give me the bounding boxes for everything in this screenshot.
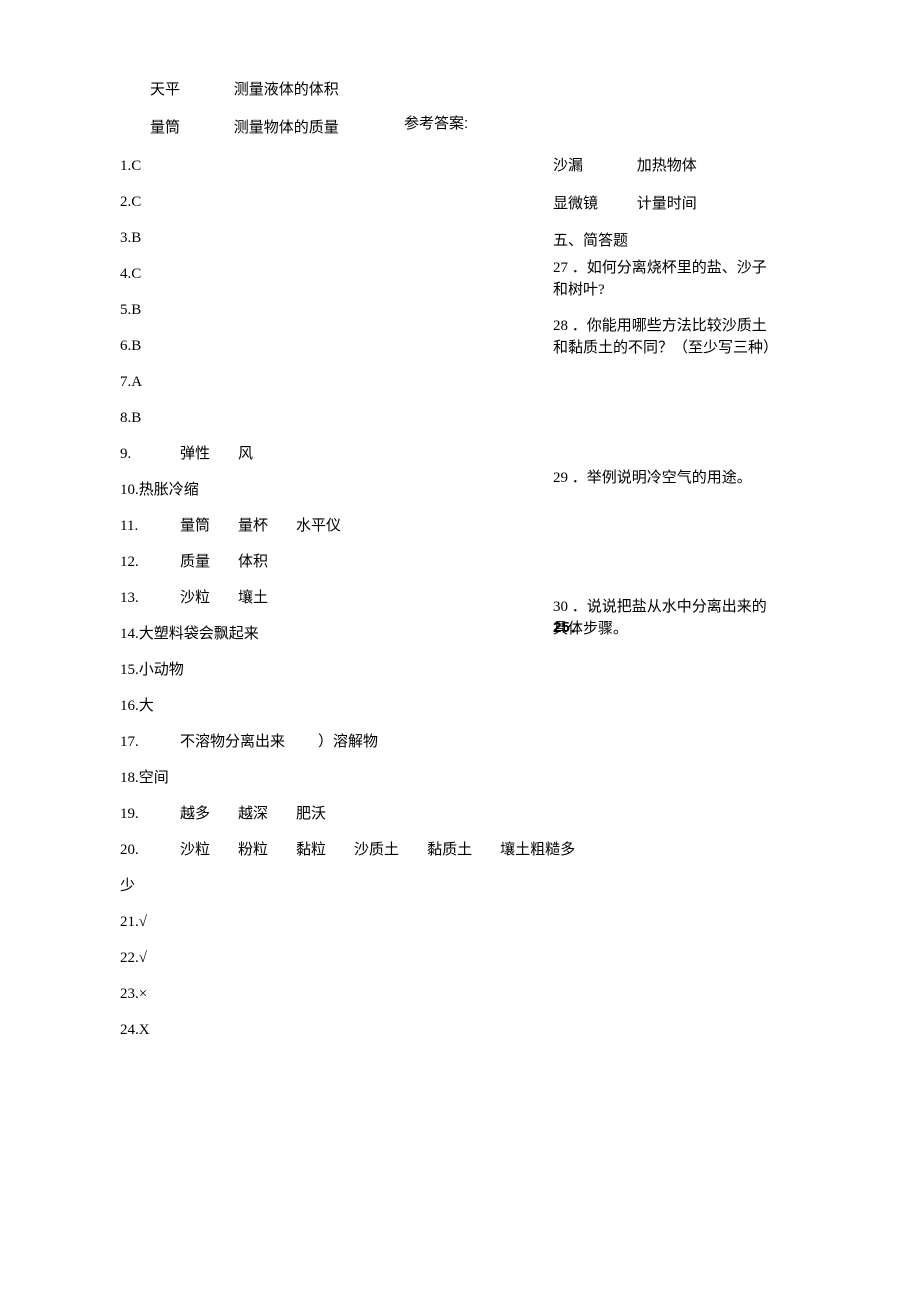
text-row: 沙漏 加热物体 <box>553 155 778 178</box>
answer-cell: 1.C <box>120 148 180 184</box>
answer-cell: 越深 <box>238 796 268 832</box>
answer-cell: 16.大 <box>120 688 154 724</box>
answer-cell: 17. <box>120 724 180 760</box>
answer-cell: 13. <box>120 580 180 616</box>
cell: 加热物体 <box>637 158 697 174</box>
text-row: 显微镜 计量时间 <box>553 193 778 216</box>
answer-cell: 5.B <box>120 292 180 328</box>
answer-cell: 越多 <box>180 796 210 832</box>
cell: 计量时间 <box>637 196 697 212</box>
answer-cell: 21.√ <box>120 904 147 940</box>
answer-row: 少 <box>120 868 800 904</box>
answer-cell: 6.B <box>120 328 180 364</box>
answer-cell: 4.C <box>120 256 180 292</box>
answer-cell: 壤土粗糙多 <box>500 832 575 868</box>
answer-cell: 10.热胀冷缩 <box>120 472 199 508</box>
answer-row: 11. 量筒 量杯 水平仪 <box>120 508 800 544</box>
answer-cell: 量筒 <box>180 508 210 544</box>
answer-row: 15.小动物 <box>120 652 800 688</box>
answer-cell: 3.B <box>120 220 180 256</box>
answer-cell: 沙质土 <box>354 832 399 868</box>
answer-cell: 沙粒 <box>180 832 210 868</box>
answer-row: 23.× <box>120 976 800 1012</box>
section-heading: 五、简答题 <box>553 230 778 253</box>
answer-cell: 23.× <box>120 976 147 1012</box>
answer-cell: 沙粒 <box>180 580 210 616</box>
cell: 沙漏 <box>553 155 633 178</box>
answer-cell: 弹性 <box>180 436 210 472</box>
cell: 测量液体的体积 <box>234 82 339 98</box>
answer-cell: 8.B <box>120 400 180 436</box>
answer-cell: 肥沃 <box>296 796 326 832</box>
answer-cell: 少 <box>120 868 135 904</box>
answer-cell: ）溶解物 <box>318 724 378 760</box>
answer-cell: 11. <box>120 508 180 544</box>
answer-cell: 水平仪 <box>296 508 341 544</box>
overlap-25-label: 25． <box>553 617 585 640</box>
cell: 测量物体的质量 <box>234 120 339 136</box>
answer-row: 7.A <box>120 364 800 400</box>
cell: 量筒 <box>150 117 230 140</box>
answer-cell: 粉粒 <box>238 832 268 868</box>
answer-cell: 20. <box>120 832 180 868</box>
answer-cell: 黏粒 <box>296 832 326 868</box>
answer-cell: 14.大塑料袋会飘起来 <box>120 616 259 652</box>
answer-row: 18.空间 <box>120 760 800 796</box>
answer-key-heading: 参考答案: <box>404 113 468 136</box>
answer-cell: 黏质土 <box>427 832 472 868</box>
answer-row: 21.√ <box>120 904 800 940</box>
answer-cell: 壤土 <box>238 580 268 616</box>
answer-row: 8.B <box>120 400 800 436</box>
question-29: 29 ．举例说明冷空气的用途。 <box>553 467 778 489</box>
text-row: 天平 测量液体的体积 <box>120 79 800 102</box>
cell: 天平 <box>150 79 230 102</box>
answer-cell: 风 <box>238 436 253 472</box>
answer-row: 24.X <box>120 1012 800 1048</box>
answer-cell: 19. <box>120 796 180 832</box>
answer-cell: 24.X <box>120 1012 150 1048</box>
matching-right-group: 沙漏 加热物体 显微镜 计量时间 <box>553 155 778 215</box>
answer-cell: 18.空间 <box>120 760 169 796</box>
cell: 显微镜 <box>553 193 633 216</box>
answer-row: 19. 越多 越深 肥沃 <box>120 796 800 832</box>
answer-row: 22.√ <box>120 940 800 976</box>
question-27: 27 ．如何分离烧杯里的盐、沙子和树叶? <box>553 257 778 301</box>
answer-cell: 2.C <box>120 184 180 220</box>
answer-cell: 12. <box>120 544 180 580</box>
answer-row: 17. 不溶物分离出来 ）溶解物 <box>120 724 800 760</box>
answer-cell: 7.A <box>120 364 180 400</box>
answer-cell: 质量 <box>180 544 210 580</box>
answer-row: 16.大 <box>120 688 800 724</box>
answer-row: 12. 质量 体积 <box>120 544 800 580</box>
answer-cell: 不溶物分离出来 <box>180 724 290 760</box>
answer-cell: 22.√ <box>120 940 147 976</box>
answer-cell: 15.小动物 <box>120 652 184 688</box>
answer-cell: 量杯 <box>238 508 268 544</box>
answer-row: 20. 沙粒 粉粒 黏粒 沙质土 黏质土 壤土粗糙多 <box>120 832 800 868</box>
answer-cell: 体积 <box>238 544 268 580</box>
question-30: 30 ．说说把盐从水中分离出来的具体步骤。 <box>553 596 778 640</box>
question-28: 28 ．你能用哪些方法比较沙质土和黏质土的不同？（至少写三种） <box>553 315 778 359</box>
answer-cell: 9. <box>120 436 180 472</box>
